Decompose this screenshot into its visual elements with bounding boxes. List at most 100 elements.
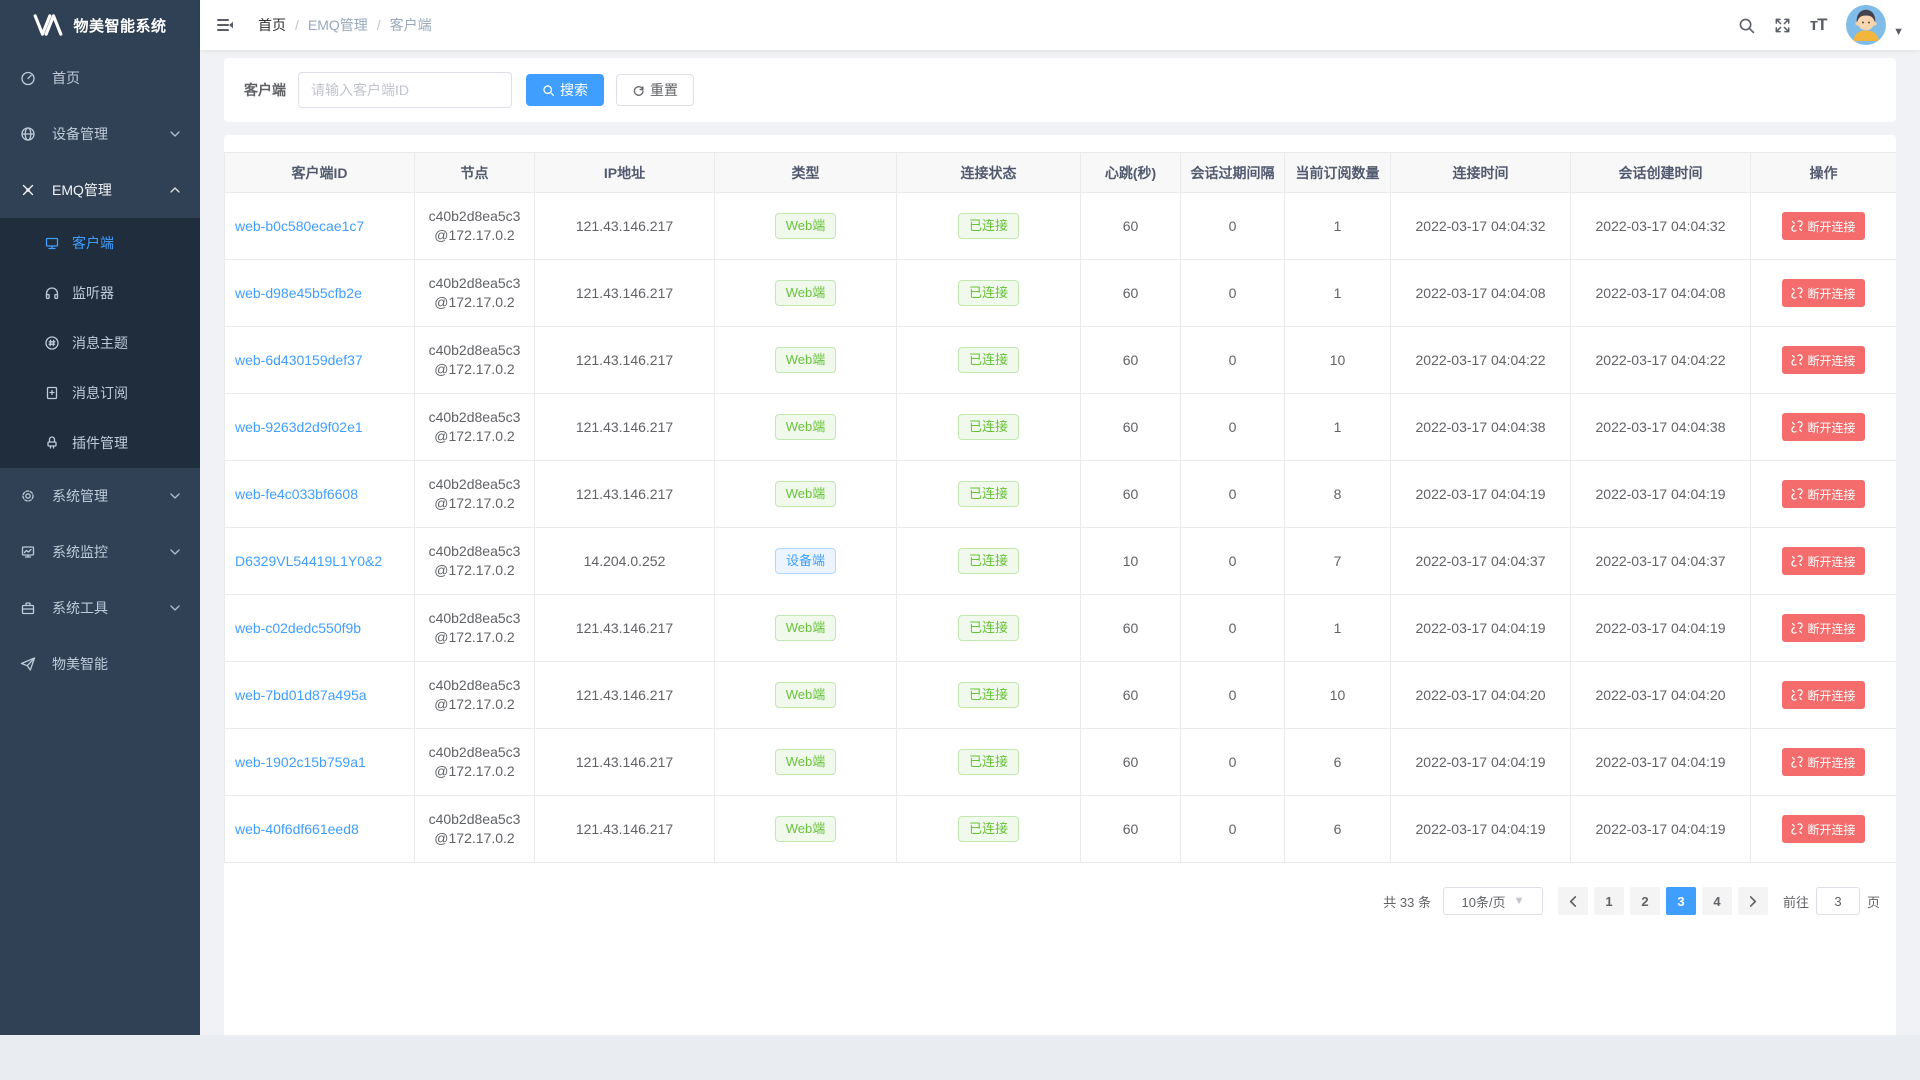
page-button-1[interactable]: 1 [1594,887,1624,915]
cell-create-time: 2022-03-17 04:04:38 [1571,394,1751,461]
search-icon [1737,16,1756,35]
sidebar-item-tools[interactable]: 系统工具 [0,580,200,636]
hamburger-icon [215,15,235,35]
font-size-button[interactable]: тT [1800,0,1836,50]
cell-connect-time: 2022-03-17 04:04:19 [1391,595,1571,662]
cell-type: Web端 [715,729,897,796]
user-menu[interactable]: ▼ [1846,5,1904,45]
table-row: web-c02dedc550f9b c40b2d8ea5c3@172.17.0.… [225,595,1897,662]
search-submit-button[interactable]: 搜索 [526,74,604,106]
cell-client-id: web-7bd01d87a495a [225,662,415,729]
search-button[interactable] [1728,0,1764,50]
sidebar-item-system[interactable]: 系统管理 [0,468,200,524]
client-id-link[interactable]: web-9263d2d9f02e1 [235,419,363,435]
disconnect-button[interactable]: 断开连接 [1782,681,1864,709]
client-id-link[interactable]: web-1902c15b759a1 [235,754,366,770]
table-row: web-6d430159def37 c40b2d8ea5c3@172.17.0.… [225,327,1897,394]
cell-type: Web端 [715,394,897,461]
client-id-input[interactable] [298,72,512,108]
cell-status: 已连接 [897,260,1081,327]
broken-link-icon [1791,220,1803,232]
client-id-link[interactable]: D6329VL54419L1Y0&2 [235,553,382,569]
topbar: 首页 / EMQ管理 / 客户端 тT [200,0,1920,50]
cell-ip: 121.43.146.217 [535,327,715,394]
sidebar-item-emq[interactable]: EMQ管理 [0,162,200,218]
sidebar-item-monitor[interactable]: 系统监控 [0,524,200,580]
page-button-3-active[interactable]: 3 [1666,887,1696,915]
cell-node: c40b2d8ea5c3@172.17.0.2 [415,461,535,528]
disconnect-button[interactable]: 断开连接 [1782,480,1864,508]
cell-node: c40b2d8ea5c3@172.17.0.2 [415,260,535,327]
broken-link-icon [1791,488,1803,500]
sidebar-item-topic[interactable]: 消息主题 [0,318,200,368]
client-id-link[interactable]: web-40f6df661eed8 [235,821,359,837]
cell-actions: 断开连接 [1751,729,1897,796]
cell-subs: 1 [1285,260,1391,327]
disconnect-button[interactable]: 断开连接 [1782,815,1864,843]
sidebar-item-home[interactable]: 首页 [0,50,200,106]
cell-connect-time: 2022-03-17 04:04:20 [1391,662,1571,729]
sidebar-item-wumei[interactable]: 物美智能 [0,636,200,692]
cell-actions: 断开连接 [1751,260,1897,327]
cell-subs: 1 [1285,394,1391,461]
page-button-4[interactable]: 4 [1702,887,1732,915]
disconnect-button[interactable]: 断开连接 [1782,614,1864,642]
cell-node: c40b2d8ea5c3@172.17.0.2 [415,796,535,863]
cell-actions: 断开连接 [1751,193,1897,260]
reset-button[interactable]: 重置 [616,74,694,106]
cell-type: Web端 [715,461,897,528]
status-badge: 已连接 [958,414,1019,440]
cell-status: 已连接 [897,729,1081,796]
client-id-link[interactable]: web-b0c580ecae1c7 [235,218,364,234]
goto-page-input[interactable] [1816,887,1860,915]
sidebar-toggle-button[interactable] [200,0,250,50]
cell-create-time: 2022-03-17 04:04:22 [1571,327,1751,394]
next-page-button[interactable] [1738,887,1768,915]
prev-page-button[interactable] [1558,887,1588,915]
cell-subs: 1 [1285,193,1391,260]
client-id-link[interactable]: web-7bd01d87a495a [235,687,367,703]
type-badge: Web端 [775,280,837,306]
app-title: 物美智能系统 [73,15,166,36]
page-size-select[interactable]: 10条/页 ▼ [1443,887,1543,915]
cell-node: c40b2d8ea5c3@172.17.0.2 [415,528,535,595]
fullscreen-button[interactable] [1764,0,1800,50]
client-id-link[interactable]: web-6d430159def37 [235,352,363,368]
sidebar-item-client[interactable]: 客户端 [0,218,200,268]
search-icon [542,84,555,97]
client-id-link[interactable]: web-fe4c033bf6608 [235,486,358,502]
cell-heartbeat: 60 [1081,260,1181,327]
subscribe-icon [44,385,60,401]
sidebar-item-plugin[interactable]: 插件管理 [0,418,200,468]
sidebar-item-subscribe[interactable]: 消息订阅 [0,368,200,418]
disconnect-button[interactable]: 断开连接 [1782,748,1864,776]
disconnect-button[interactable]: 断开连接 [1782,413,1864,441]
cell-actions: 断开连接 [1751,528,1897,595]
client-id-link[interactable]: web-d98e45b5cfb2e [235,285,362,301]
disconnect-button[interactable]: 断开连接 [1782,212,1864,240]
app-logo: 物美智能系统 [0,0,200,50]
listener-icon [44,285,60,301]
col-type: 类型 [715,153,897,193]
goto-page: 前往 页 [1783,887,1880,915]
page-button-2[interactable]: 2 [1630,887,1660,915]
breadcrumb-home[interactable]: 首页 [258,15,286,35]
sidebar-item-device[interactable]: 设备管理 [0,106,200,162]
cell-client-id: web-6d430159def37 [225,327,415,394]
status-badge: 已连接 [958,749,1019,775]
refresh-icon [632,84,645,97]
topbar-actions: тT [1728,0,1920,50]
cell-subs: 1 [1285,595,1391,662]
cell-subs: 8 [1285,461,1391,528]
table-row: web-1902c15b759a1 c40b2d8ea5c3@172.17.0.… [225,729,1897,796]
disconnect-button[interactable]: 断开连接 [1782,547,1864,575]
client-id-link[interactable]: web-c02dedc550f9b [235,620,361,636]
disconnect-button[interactable]: 断开连接 [1782,346,1864,374]
emq-icon [20,182,36,198]
chevron-down-icon [170,549,180,555]
disconnect-button[interactable]: 断开连接 [1782,279,1864,307]
cell-status: 已连接 [897,327,1081,394]
sidebar-item-listener[interactable]: 监听器 [0,268,200,318]
broken-link-icon [1791,823,1803,835]
col-create-time: 会话创建时间 [1571,153,1751,193]
